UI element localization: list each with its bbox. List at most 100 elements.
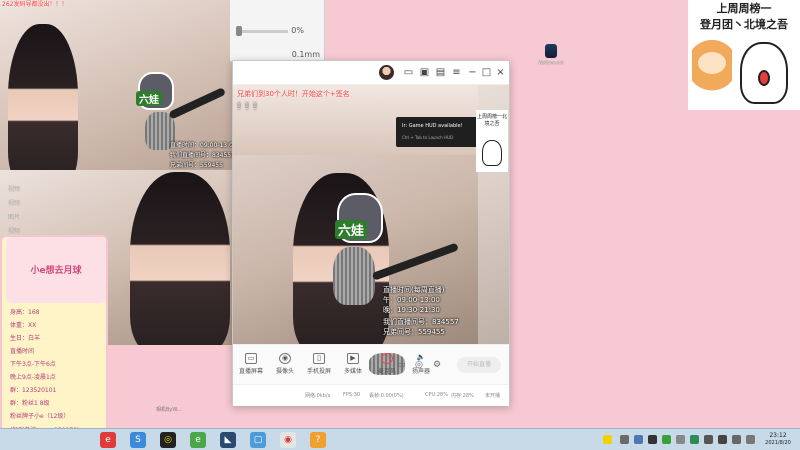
info-row: 身高：168 — [10, 309, 40, 316]
app-icon-s[interactable]: S — [130, 432, 146, 448]
settings-strip: 0% 0.1mm — [230, 0, 325, 62]
streamer-figure — [8, 24, 78, 175]
record-icon[interactable]: ▭ — [397, 360, 406, 370]
screen-icon[interactable]: ▣ — [419, 67, 430, 78]
hud-notification[interactable]: Ir: Game HUD available! Ctrl + Tab to La… — [396, 117, 484, 147]
list-item[interactable]: 图片 — [8, 212, 20, 221]
app-icon-dark[interactable]: ◣ — [220, 432, 236, 448]
tray-icon[interactable] — [676, 435, 685, 444]
titlebar: ▭ ▣ ▤ ≡ − □ × — [233, 61, 509, 85]
tray-icon[interactable] — [662, 435, 671, 444]
schedule-line-1: 午：09:00-13:00 — [383, 296, 440, 304]
streamer-figure-2 — [130, 172, 230, 345]
info-row: 群：粉丝1 8级 — [10, 400, 50, 407]
input-method-icon[interactable] — [746, 435, 755, 444]
maximize-icon[interactable]: □ — [481, 67, 492, 78]
mic-arm — [168, 87, 227, 120]
minimize-icon[interactable]: − — [467, 67, 478, 78]
app-icon-orange[interactable]: ? — [310, 432, 326, 448]
tool-label: 多媒体 — [343, 368, 362, 375]
cat-sticker-text: 六娃 — [136, 91, 162, 106]
schedule-text: 直播时间：09:00-13:00 — [170, 142, 235, 149]
clock-time: 23:12 — [769, 432, 787, 439]
dropped-frames-stat: 丢帧:0.00(0%) — [369, 393, 404, 399]
slider-value: 0% — [291, 26, 304, 35]
phone-cast-icon: ▯ — [313, 353, 325, 364]
list-item[interactable]: 视频 — [8, 226, 20, 235]
room-id-text-2: 兄弟间号：559455 — [170, 162, 223, 169]
window-icon[interactable]: ▢ — [250, 432, 266, 448]
room-id-line-1: 我们直播间号：834557 — [383, 318, 459, 326]
camera-icon: ◉ — [279, 353, 291, 364]
tray-icon[interactable] — [620, 435, 629, 444]
gear-icon[interactable]: ⚙ — [433, 360, 441, 370]
tool-phone-cast[interactable]: ▯ 手机投屏 — [301, 353, 337, 375]
tool-multimedia[interactable]: ▶ 多媒体 — [335, 353, 371, 375]
schedule-line-2: 晚：19:30-21:30 — [383, 306, 440, 314]
meme-sticker-top: 上周周榜一 登月团丶北境之吾 — [688, 0, 800, 110]
tool-label: 摄像头 — [275, 368, 294, 375]
menu-icon[interactable]: ≡ — [451, 67, 462, 78]
desktop-shortcut[interactable]: WeGame.lnk — [534, 44, 568, 84]
multimedia-icon: ▶ — [347, 353, 359, 364]
volume-slider-track[interactable] — [238, 30, 288, 33]
start-live-button[interactable]: 开始直播 — [457, 357, 501, 373]
taskbar: e S ◎ e ◣ ▢ ◉ ? 23:12 2021/8/20 — [0, 428, 800, 450]
cat-sticker-main: 六娃 — [335, 193, 383, 243]
info-row: 直播时间 — [10, 348, 35, 355]
visibility-icon[interactable]: ◎ — [415, 360, 423, 370]
live-streaming-app-window: ▭ ▣ ▤ ≡ − □ × 兄弟们到30个人时！开始这个+签名 ！！！ 六娃 直… — [232, 60, 510, 406]
info-row: 粉丝牌子小e（12级） — [10, 413, 70, 420]
network-stat: 网络:0kb/s — [305, 393, 331, 399]
ghost-face — [482, 140, 502, 166]
cat-sticker: 六娃 — [136, 72, 174, 110]
tray-icon[interactable] — [648, 435, 657, 444]
chrome-icon[interactable]: ◉ — [280, 432, 296, 448]
tool-camera[interactable]: ◉ 摄像头 — [267, 353, 303, 375]
message-icon[interactable]: ▭ — [403, 67, 414, 78]
network-icon[interactable] — [718, 435, 727, 444]
streamer-name: 小e想去月球 — [30, 266, 82, 276]
meme-title-line2: 登月团丶北境之吾 — [700, 18, 788, 31]
fps-stat: FPS:30 — [343, 392, 361, 398]
ghost-mouth — [758, 70, 770, 86]
app-shortcut-icon — [545, 44, 557, 58]
status-bar: 网络:0kb/s FPS:30 丢帧:0.00(0%) CPU:28% 内存:2… — [233, 384, 509, 406]
browser-ie-icon[interactable]: e — [190, 432, 206, 448]
volume-slider-knob[interactable] — [236, 26, 242, 36]
list-item[interactable]: 视频 — [8, 184, 20, 193]
meme-title-line1: 上周周榜一 — [716, 2, 772, 15]
room-id-line-2: 兄弟间号：559455 — [383, 328, 445, 336]
live-preview[interactable]: 兄弟们到30个人时！开始这个+签名 ！！！ 六娃 直播时间(每周直播) 午：09… — [233, 85, 509, 344]
desktop-label[interactable]: 相机ByW... — [156, 406, 182, 413]
banner-exclaim: ！！！ — [237, 102, 261, 111]
tray-icon[interactable] — [634, 435, 643, 444]
avatar[interactable] — [379, 65, 394, 80]
room-id-text: 我们直播间号：834557 — [170, 152, 235, 159]
banner-text: 兄弟们到30个人时！开始这个+签名 — [237, 90, 350, 98]
schedule-title: 直播时间(每周直播) — [383, 286, 445, 294]
clock-date: 2021/8/20 — [765, 440, 791, 446]
gift-icon[interactable]: ▤ — [435, 67, 446, 78]
info-row: 群：123520101 — [10, 387, 57, 394]
cat-sticker-main-text: 六娃 — [335, 220, 368, 239]
streamer-info-panel: 小e想去月球 身高：168 体重：XX 生日：白羊 直播时间 下午3点-下午6点… — [0, 235, 108, 445]
screen-capture-icon: ▭ — [245, 353, 257, 364]
info-row: 晚上9点-凌晨1点 — [10, 374, 56, 381]
system-clock[interactable]: 23:12 2021/8/20 — [758, 432, 798, 447]
tool-screen-capture[interactable]: ▭ 直播屏幕 — [233, 353, 269, 375]
source-toolbar: ▭ 直播屏幕 ◉ 摄像头 ▯ 手机投屏 ▶ 多媒体 ♪ 麦克风 🔈 扬声器 ▭ … — [233, 344, 509, 384]
tray-icon[interactable] — [603, 435, 612, 444]
tray-icon[interactable] — [704, 435, 713, 444]
app-icon-red[interactable]: e — [100, 432, 116, 448]
app-icon-circle[interactable]: ◎ — [160, 432, 176, 448]
microphone-icon: ♪ — [381, 353, 393, 364]
list-item[interactable]: 视频 — [8, 198, 20, 207]
stream-preview-top-left: 六娃 262发码导都没出！！！ 直播时间：09:00-13:00 我们直播间号：… — [0, 0, 235, 175]
marquee-top: 262发码导都没出！！！ — [2, 1, 68, 8]
meme-sticker-small: 上周周榜一北境之吾 — [476, 110, 508, 172]
notification-subtitle: Ctrl + Tab to Launch HUD — [402, 135, 454, 140]
close-icon[interactable]: × — [495, 67, 506, 78]
tray-icon[interactable] — [690, 435, 699, 444]
volume-icon[interactable] — [732, 435, 741, 444]
